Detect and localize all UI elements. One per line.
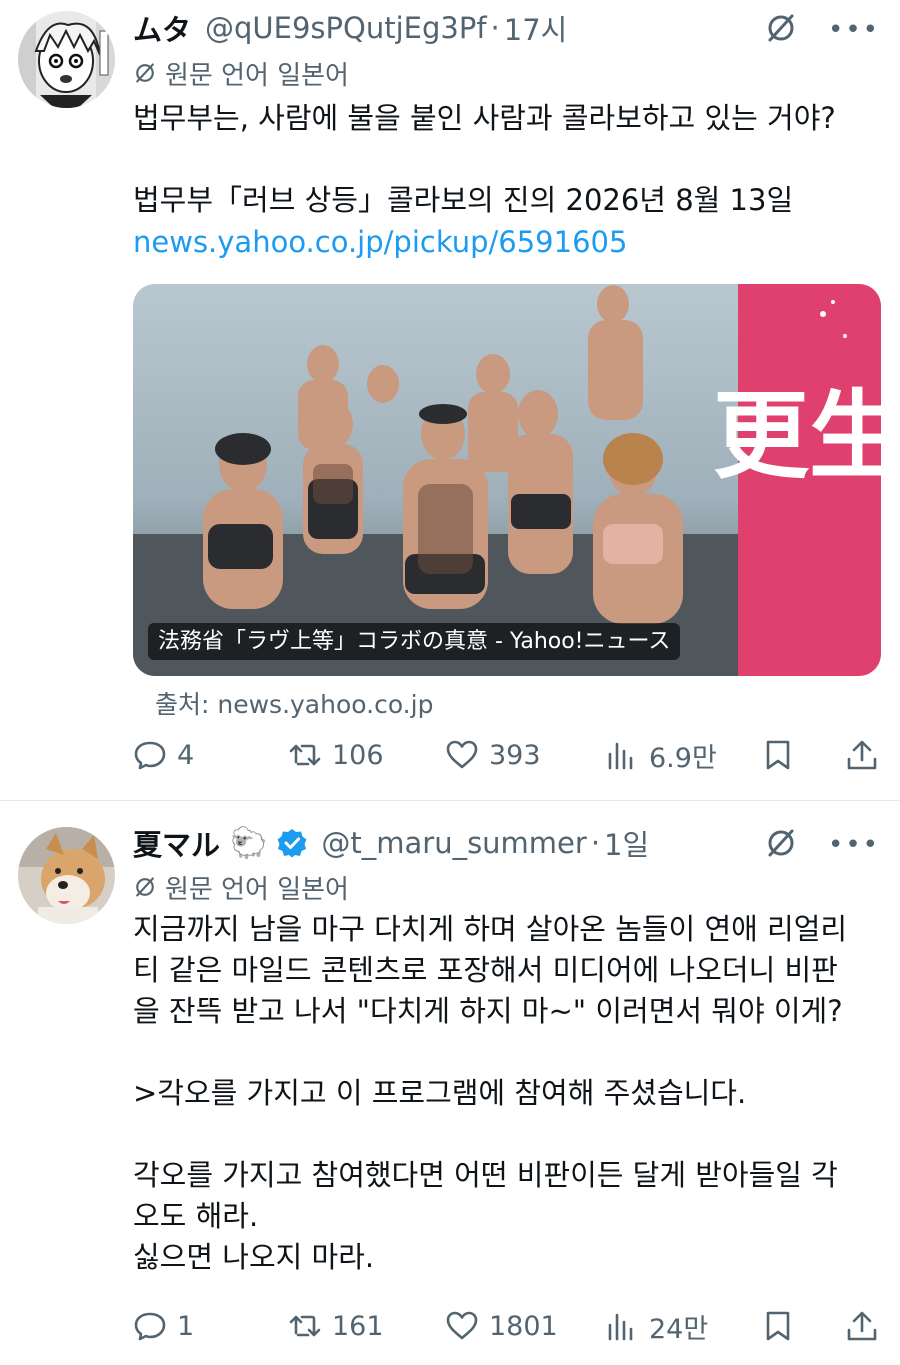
tweet-text: 법무부는, 사람에 불을 붙인 사람과 콜라보하고 있는 거야? 법무부「러브 …: [133, 101, 836, 217]
card-source[interactable]: 출처: news.yahoo.co.jp: [155, 685, 433, 721]
avatar[interactable]: [18, 827, 115, 924]
more-icon[interactable]: •••: [828, 15, 880, 45]
translated-note-label: 원문 언어 일본어: [165, 60, 349, 91]
timestamp[interactable]: 17시: [504, 7, 568, 49]
more-icon[interactable]: •••: [828, 830, 880, 860]
tweet-top-icons: •••: [764, 11, 880, 49]
views-icon: [608, 742, 633, 770]
separator: ·: [490, 11, 500, 45]
tweet-1[interactable]: ムタ @qUE9sPQutjEg3Pf · 17시 ••• 원문 언어 일본어 …: [0, 0, 900, 800]
display-name[interactable]: ムタ: [133, 7, 191, 49]
like-button[interactable]: 1801: [445, 1304, 558, 1348]
bookmark-button[interactable]: [761, 1304, 795, 1348]
views-count: 6.9만: [649, 742, 717, 774]
translate-icon: [136, 877, 154, 897]
like-count: 1801: [489, 1310, 558, 1342]
views-icon: [608, 1313, 633, 1341]
views-button[interactable]: 6.9만: [605, 733, 717, 777]
reply-count: 4: [177, 739, 195, 771]
card-caption: 法務省「ラヴ上等」コラボの真意 - Yahoo!ニュース: [148, 623, 681, 660]
reply-icon: [134, 741, 166, 770]
share-button[interactable]: [845, 733, 879, 777]
tweet-top-icons: •••: [764, 826, 880, 864]
action-bar: 4 106 393 6.9만: [133, 733, 883, 777]
reply-count: 1: [177, 1310, 195, 1342]
share-icon: [847, 1311, 877, 1341]
like-count: 393: [489, 739, 541, 771]
translate-icon: [136, 63, 154, 83]
bookmark-icon: [766, 740, 790, 770]
reply-button[interactable]: 1: [133, 1304, 194, 1348]
translated-note[interactable]: 원문 언어 일본어: [133, 55, 349, 91]
translated-note-label: 원문 언어 일본어: [165, 874, 349, 905]
retweet-icon: [289, 1315, 321, 1337]
like-icon: [446, 1311, 478, 1340]
retweet-button[interactable]: 161: [288, 1304, 384, 1348]
bookmark-button[interactable]: [761, 733, 795, 777]
tweet-link[interactable]: news.yahoo.co.jp/pickup/6591605: [133, 225, 627, 259]
display-name[interactable]: 夏マル: [133, 822, 220, 864]
bookmark-icon: [766, 1311, 790, 1341]
translated-note[interactable]: 원문 언어 일본어: [133, 869, 349, 905]
separator: ·: [590, 826, 601, 860]
translate-icon[interactable]: [764, 11, 798, 49]
timestamp[interactable]: 1일: [604, 822, 649, 864]
retweet-count: 161: [332, 1310, 384, 1342]
card-banner-text: 更生: [713, 379, 881, 492]
share-icon: [847, 740, 877, 770]
tweet-text: 지금까지 남을 마구 다치게 하며 살아온 놈들이 연애 리얼리 티 같은 마일…: [133, 912, 848, 1274]
action-bar: 1 161 1801 24만: [133, 1304, 883, 1348]
avatar[interactable]: [18, 11, 115, 108]
reply-button[interactable]: 4: [133, 733, 194, 777]
share-button[interactable]: [845, 1304, 879, 1348]
like-icon: [446, 740, 478, 769]
handle[interactable]: @qUE9sPQutjEg3Pf: [205, 11, 487, 45]
like-button[interactable]: 393: [445, 733, 541, 777]
retweet-icon: [289, 744, 321, 766]
retweet-count: 106: [332, 739, 384, 771]
handle[interactable]: @t_maru_summer: [321, 826, 586, 860]
tweet-header: 夏マル 🐑 @t_maru_summer · 1일: [133, 823, 649, 863]
tweet-header: ムタ @qUE9sPQutjEg3Pf · 17시: [133, 8, 567, 48]
retweet-button[interactable]: 106: [288, 733, 384, 777]
verified-icon[interactable]: [277, 828, 307, 858]
views-button[interactable]: 24만: [605, 1304, 708, 1348]
translate-icon[interactable]: [764, 826, 798, 864]
views-count: 24만: [649, 1313, 709, 1345]
link-card[interactable]: 更生 法務省「ラヴ上等」コラボの真意 - Yahoo!ニュース: [133, 284, 881, 676]
tweet-2[interactable]: 夏マル 🐑 @t_maru_summer · 1일 ••• 원문 언어 일본어 …: [0, 801, 900, 1365]
sheep-emoji: 🐑: [230, 825, 268, 861]
reply-icon: [134, 1312, 166, 1341]
card-image: 更生: [133, 284, 881, 676]
